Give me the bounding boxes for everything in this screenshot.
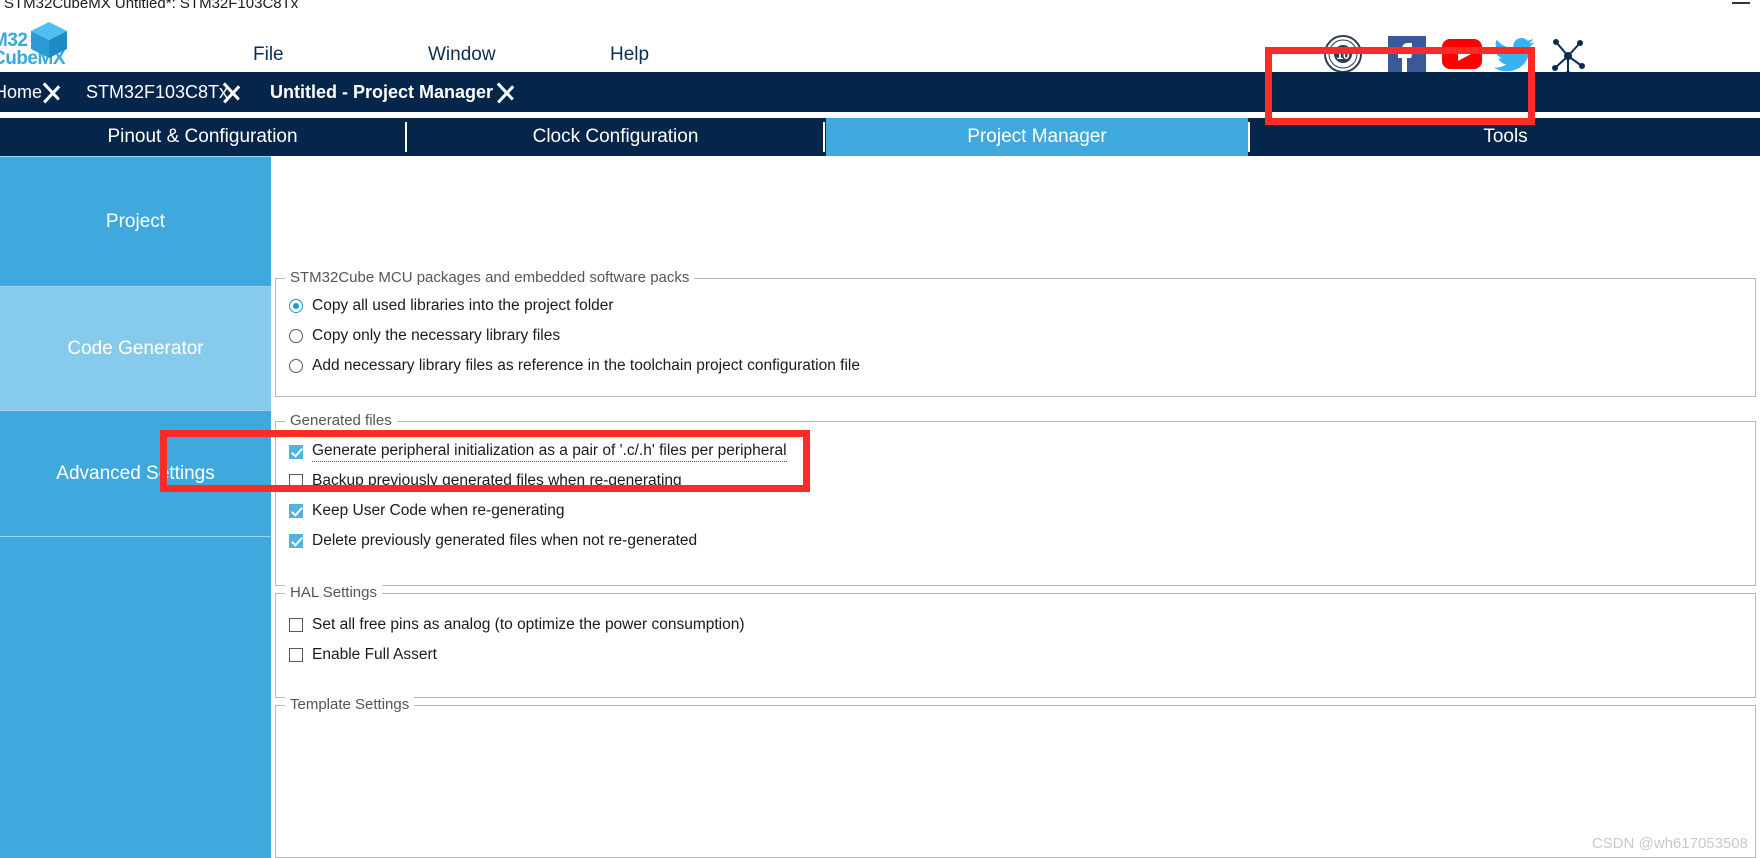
sidebar-item-project[interactable]: Project (0, 156, 271, 286)
checkbox-indicator (289, 504, 303, 518)
checkbox-delete-previously-generated[interactable]: Delete previously generated files when n… (289, 532, 697, 550)
tab-divider (823, 122, 825, 152)
radio-copy-all-libraries[interactable]: Copy all used libraries into the project… (289, 297, 614, 315)
radio-add-library-reference[interactable]: Add necessary library files as reference… (289, 357, 860, 375)
checkbox-set-free-pins-analog[interactable]: Set all free pins as analog (to optimize… (289, 616, 745, 634)
radio-label: Add necessary library files as reference… (312, 357, 860, 374)
radio-indicator (289, 329, 303, 343)
checkbox-indicator (289, 534, 303, 548)
group-template-settings-legend: Template Settings (285, 696, 415, 713)
breadcrumb-chevron-icon (222, 72, 256, 112)
checkbox-indicator (289, 648, 303, 662)
checkbox-label: Delete previously generated files when n… (312, 532, 698, 549)
twitter-icon[interactable] (1494, 34, 1536, 74)
watermark: CSDN @wh617053508 (1591, 835, 1748, 852)
menu-file[interactable]: File (253, 44, 284, 66)
tab-divider (405, 122, 407, 152)
checkbox-label: Generate peripheral initialization as a … (312, 442, 787, 462)
minimize-button[interactable] (1732, 2, 1750, 4)
breadcrumb-chevron-icon (42, 72, 76, 112)
tab-project-manager[interactable]: Project Manager (826, 118, 1248, 156)
checkbox-indicator (289, 474, 303, 488)
checkbox-generate-peripheral-init-pair[interactable]: Generate peripheral initialization as a … (289, 442, 787, 462)
tab-clock-configuration[interactable]: Clock Configuration (408, 118, 823, 156)
checkbox-enable-full-assert[interactable]: Enable Full Assert (289, 646, 437, 664)
facebook-icon[interactable] (1386, 34, 1428, 76)
radio-label: Copy only the necessary library files (312, 327, 561, 344)
breadcrumb-home[interactable]: Home (0, 82, 42, 103)
checkbox-indicator (289, 445, 303, 459)
breadcrumb-chevron-icon (496, 72, 530, 112)
tab-divider (1248, 122, 1250, 152)
menu-window[interactable]: Window (428, 44, 496, 66)
svg-text:10: 10 (1336, 48, 1350, 62)
window-title: STM32CubeMX Untitled*: STM32F103C8Tx (4, 0, 299, 12)
breadcrumb: Home STM32F103C8Tx Untitled - Project Ma… (0, 72, 1760, 179)
group-hal-settings-legend: HAL Settings (285, 584, 382, 601)
group-mcu-packages-legend: STM32Cube MCU packages and embedded soft… (285, 269, 695, 286)
stm32cubemx-window: STM32CubeMX Untitled*: STM32F103C8Tx M32… (0, 0, 1760, 858)
group-hal-settings: HAL Settings Set all free pins as analog… (275, 584, 1756, 698)
checkbox-keep-user-code[interactable]: Keep User Code when re-generating (289, 502, 564, 520)
sidebar-empty-area (0, 536, 271, 858)
radio-copy-necessary-libraries[interactable]: Copy only the necessary library files (289, 327, 560, 345)
checkbox-label: Set all free pins as analog (to optimize… (312, 616, 745, 633)
tab-pinout-configuration[interactable]: Pinout & Configuration (0, 118, 405, 156)
group-mcu-packages: STM32Cube MCU packages and embedded soft… (275, 269, 1756, 397)
radio-label: Copy all used libraries into the project… (312, 297, 614, 314)
group-generated-files: Generated files Generate peripheral init… (275, 412, 1756, 586)
group-generated-files-legend: Generated files (285, 412, 397, 429)
checkbox-indicator (289, 618, 303, 632)
breadcrumb-project[interactable]: Untitled - Project Manager (270, 82, 493, 103)
radio-indicator (289, 359, 303, 373)
tab-tools[interactable]: Tools (1251, 118, 1760, 156)
checkbox-backup-previously-generated[interactable]: Backup previously generated files when r… (289, 472, 682, 490)
checkbox-label: Backup previously generated files when r… (312, 472, 682, 489)
project-manager-sidebar: Project Code Generator Advanced Settings (0, 156, 271, 858)
window-title-bar: STM32CubeMX Untitled*: STM32F103C8Tx (0, 0, 1760, 14)
anniversary-badge-icon[interactable]: 10 (1323, 34, 1363, 74)
youtube-icon[interactable] (1440, 34, 1484, 74)
radio-indicator (289, 299, 303, 313)
checkbox-label: Keep User Code when re-generating (312, 502, 565, 519)
checkbox-label: Enable Full Assert (312, 646, 437, 663)
cubemx-logo: M32 CubeMX (0, 18, 78, 70)
sidebar-item-code-generator[interactable]: Code Generator (0, 286, 271, 410)
sidebar-item-advanced-settings[interactable]: Advanced Settings (0, 410, 271, 536)
cube-icon (31, 22, 67, 58)
main-tab-bar: Pinout & Configuration Clock Configurati… (0, 118, 1760, 156)
menu-help[interactable]: Help (610, 44, 649, 66)
menu-bar: M32 CubeMX File Window Help 10 (0, 14, 1760, 77)
code-generator-panel: STM32Cube MCU packages and embedded soft… (271, 156, 1760, 858)
breadcrumb-mcu[interactable]: STM32F103C8Tx (86, 82, 228, 103)
group-template-settings: Template Settings Select a template to g… (275, 696, 1756, 858)
